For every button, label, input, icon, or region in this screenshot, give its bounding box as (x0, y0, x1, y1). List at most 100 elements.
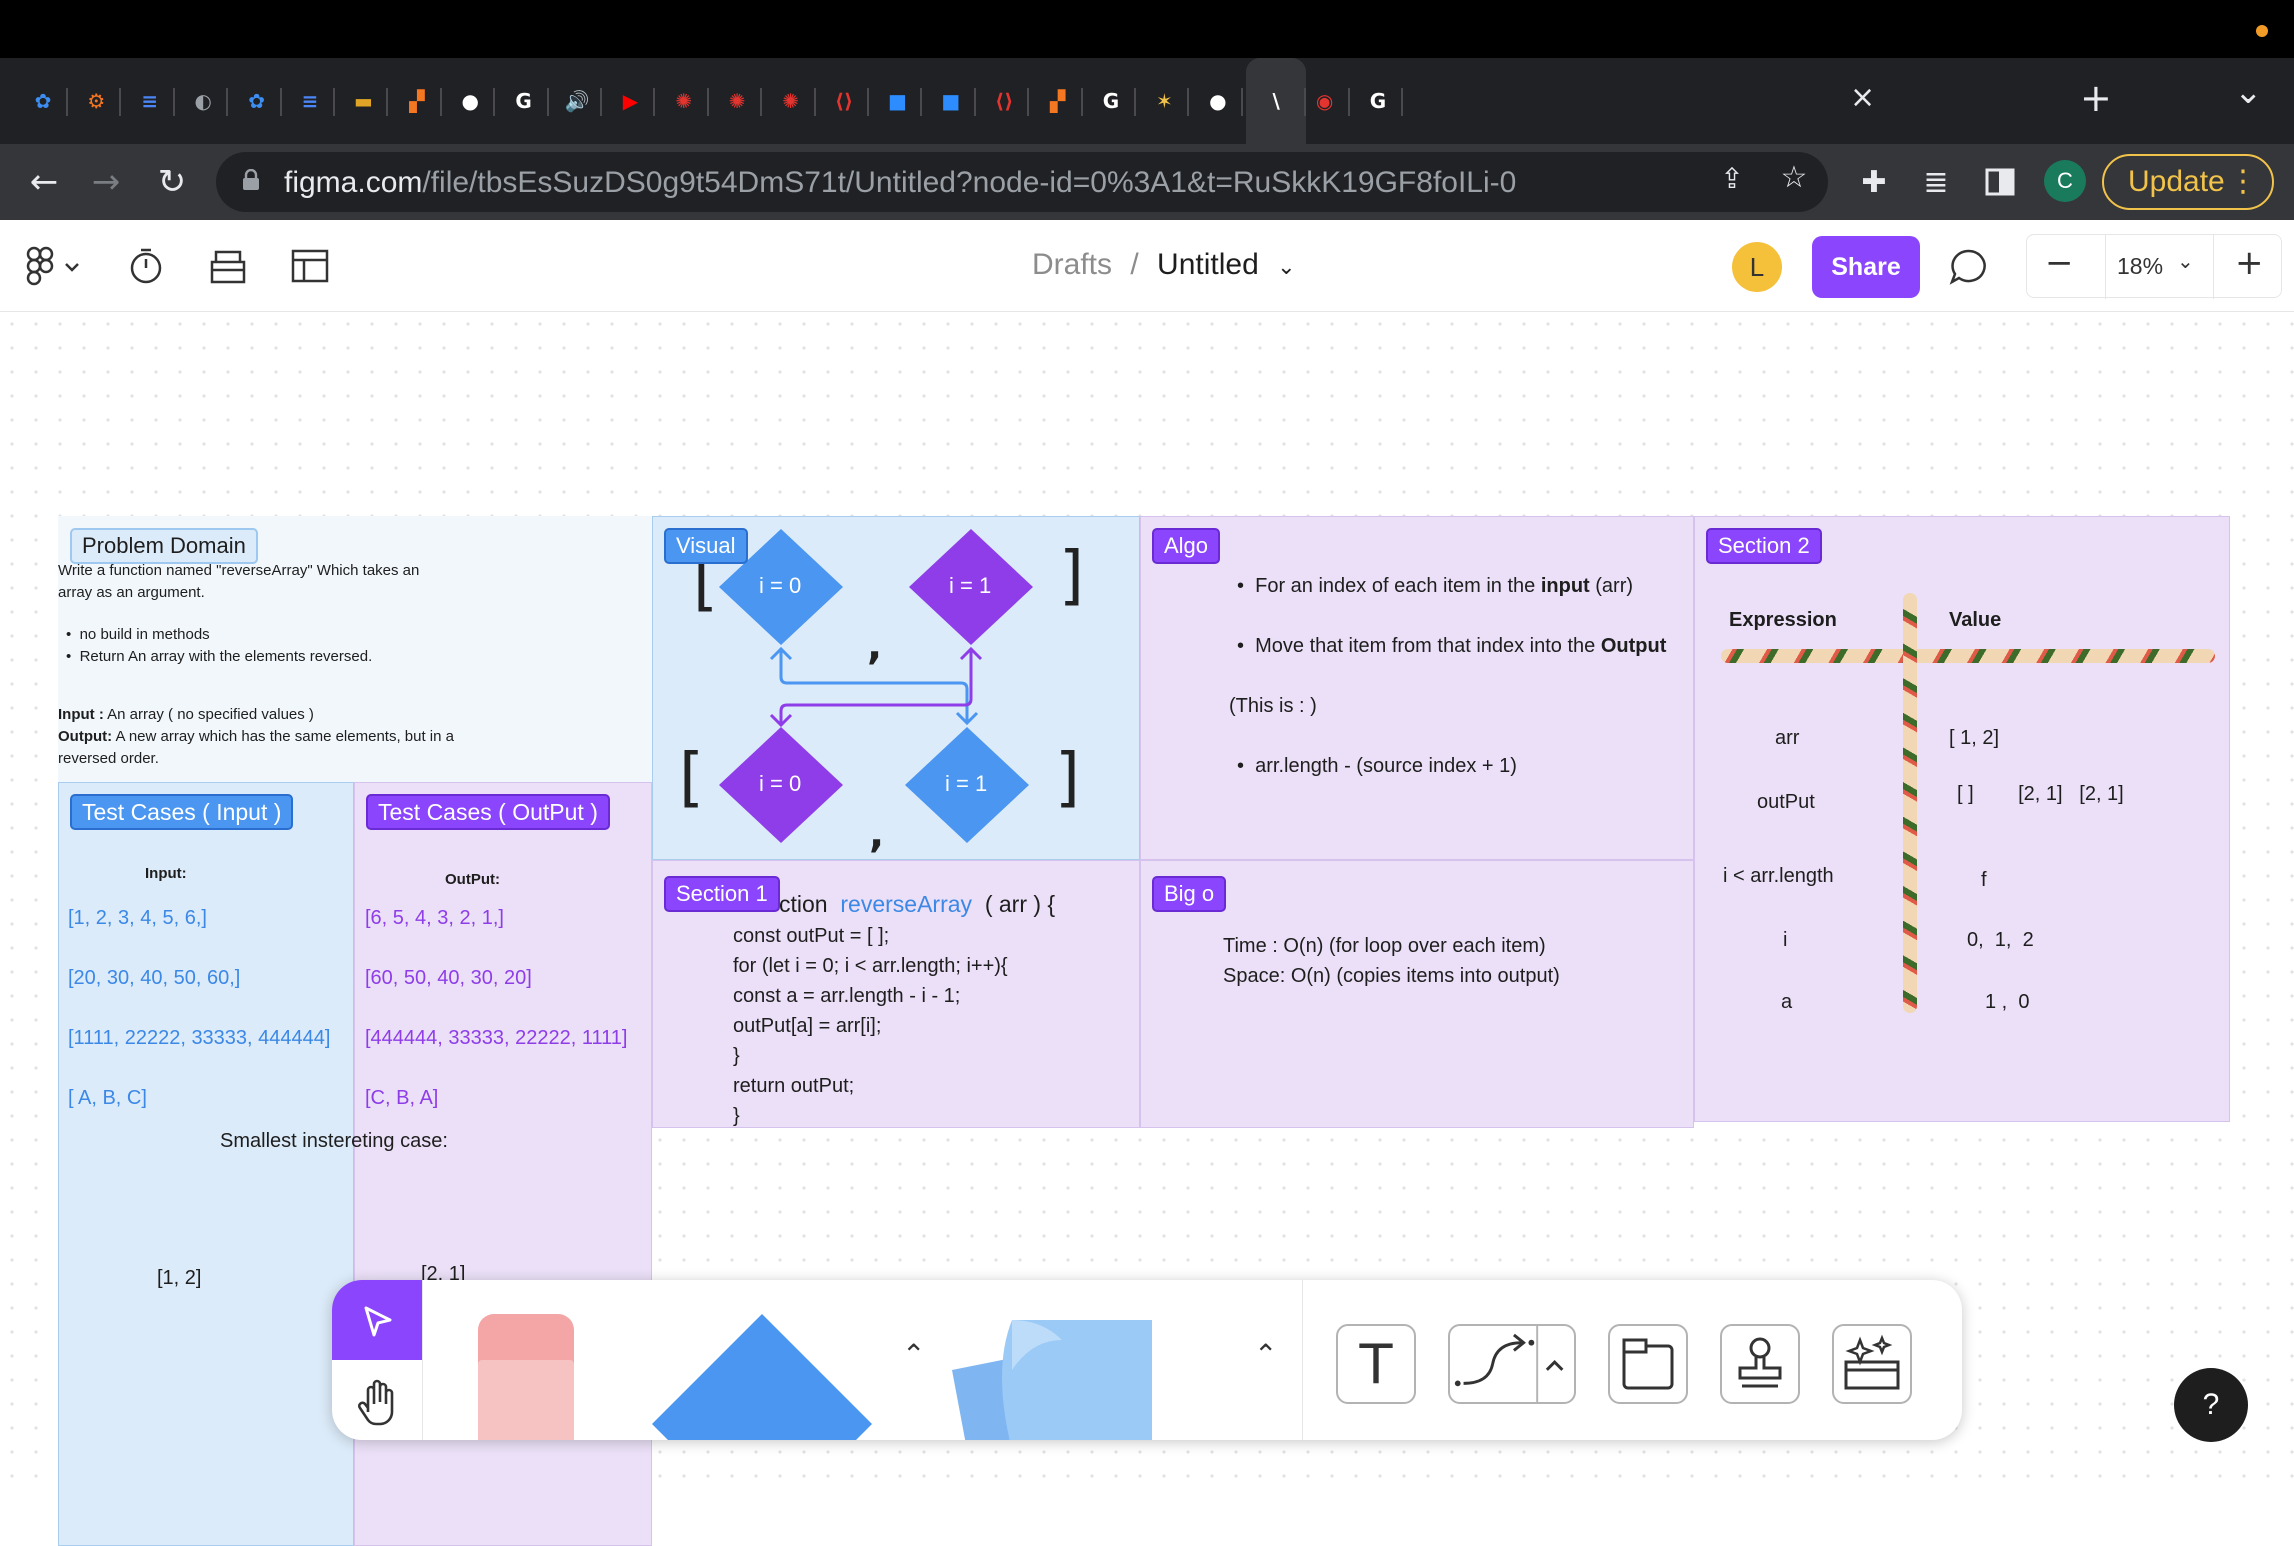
section-tag-big-o[interactable]: Big o (1152, 876, 1227, 912)
new-tab-icon[interactable]: + (2080, 76, 2112, 120)
bookmark-star-icon[interactable]: ☆ (1774, 160, 1814, 200)
chevron-up-icon[interactable]: ⌃ (902, 1338, 925, 1371)
browser-tab[interactable]: G (1353, 58, 1403, 144)
figma-app-icon: ✿ (34, 89, 52, 113)
zoom-out-icon[interactable]: − (2045, 243, 2074, 283)
media-queue-icon[interactable]: ≣ (1912, 158, 1960, 206)
file-name[interactable]: Untitled (1157, 248, 1259, 281)
forward-arrow-icon[interactable]: → (82, 158, 130, 206)
browser-tab[interactable]: ⟨⟩ (819, 58, 869, 144)
notification-dot (2256, 25, 2268, 37)
reload-icon[interactable]: ↻ (148, 158, 196, 206)
zoom-in-icon[interactable]: + (2235, 243, 2264, 283)
browser-tab[interactable]: ⟨⟩ (979, 58, 1030, 144)
side-panel-icon[interactable] (1976, 158, 2024, 206)
browser-tab[interactable]: ✺ (659, 58, 709, 144)
hand-tool[interactable] (332, 1360, 422, 1440)
address-bar[interactable]: figma.com/file/tbsEsSuzDS0g9t54DmS71t/Un… (216, 152, 1828, 212)
algo-step: • arr.length - (source index + 1) (1237, 755, 1517, 777)
browser-tab[interactable]: ✺ (766, 58, 816, 144)
user-avatar[interactable]: L (1732, 242, 1782, 292)
table-header-value: Value (1949, 609, 2002, 631)
marker-tool[interactable] (478, 1314, 574, 1440)
canvas-icon: ✺ (728, 89, 746, 113)
browser-tab[interactable]: ▞ (1033, 58, 1083, 144)
tab-search-chevron-icon[interactable]: ⌄ (2234, 72, 2263, 112)
connector-icon (1454, 1325, 1564, 1403)
test-cases-input-section[interactable]: Input: [1, 2, 3, 4, 5, 6,] [20, 30, 40, … (58, 782, 354, 1546)
sticky-note-tool[interactable] (952, 1310, 1172, 1440)
select-tool[interactable] (332, 1280, 422, 1360)
browser-tab[interactable]: ⚙ (71, 58, 122, 144)
browser-tab[interactable]: \ (1246, 58, 1307, 144)
templates-icon[interactable] (290, 246, 330, 286)
table-cell-value: 1 , 0 (1985, 991, 2030, 1013)
browser-tab[interactable]: ≡ (125, 58, 175, 144)
zoom-chevron-icon[interactable]: ⌄ (2177, 249, 2194, 273)
browser-tab[interactable]: ≡ (285, 58, 335, 144)
browser-tab[interactable]: ■ (872, 58, 923, 144)
extensions-puzzle-icon[interactable]: ✚ (1850, 158, 1898, 206)
active-tab-icon: \ (1272, 89, 1280, 113)
browser-tab[interactable]: 🔊 (552, 58, 602, 144)
browser-tab[interactable]: ✶ (1139, 58, 1190, 144)
close-tab-icon[interactable]: × (1850, 80, 1875, 115)
array-bracket: [ (679, 741, 704, 815)
browser-tab[interactable]: ▞ (392, 58, 442, 144)
figma-toolbar: Drafts / Untitled ⌄ L Share − 18% ⌄ + (0, 220, 2294, 312)
stamp-tool[interactable] (1720, 1324, 1800, 1404)
browser-tab[interactable]: ■ (926, 58, 976, 144)
browser-tab[interactable]: G (499, 58, 549, 144)
input-case: [1, 2, 3, 4, 5, 6,] (68, 907, 207, 929)
section-tag-test-cases-output[interactable]: Test Cases ( OutPut ) (366, 794, 610, 830)
chevron-down-icon[interactable]: ⌄ (1277, 255, 1295, 280)
section-tag-algo[interactable]: Algo (1152, 528, 1221, 564)
requirement-bullet: • Return An array with the elements reve… (66, 648, 373, 665)
browser-tab[interactable]: ✺ (712, 58, 763, 144)
update-label: Update (2128, 165, 2225, 198)
github-icon: ● (461, 89, 479, 113)
text-tool[interactable]: T (1336, 1324, 1416, 1404)
section-tag-section-2[interactable]: Section 2 (1706, 528, 1822, 564)
kebab-menu-icon[interactable]: ⋮ (2228, 164, 2258, 199)
browser-tab[interactable]: ▬ (338, 58, 389, 144)
widgets-tool[interactable] (1832, 1324, 1912, 1404)
zoom-level[interactable]: 18% (2117, 253, 2163, 280)
section-tag-problem-domain[interactable]: Problem Domain (70, 528, 258, 564)
browser-tab[interactable]: ✿ (232, 58, 282, 144)
comment-icon[interactable] (1948, 246, 1990, 288)
figma-menu-icon[interactable] (22, 246, 82, 286)
connector-tool[interactable] (1448, 1324, 1576, 1404)
browser-tab[interactable]: ● (1193, 58, 1243, 144)
profile-avatar[interactable]: C (2044, 160, 2086, 202)
section-tag-visual[interactable]: Visual (664, 528, 748, 564)
chevron-up-icon[interactable]: ⌃ (1254, 1338, 1277, 1371)
share-page-icon[interactable]: ⇪ (1712, 162, 1752, 202)
array-bracket: ] (1059, 539, 1084, 613)
section-tag-test-cases-input[interactable]: Test Cases ( Input ) (70, 794, 294, 830)
timer-icon[interactable] (126, 246, 166, 286)
back-arrow-icon[interactable]: ← (20, 158, 68, 206)
browser-tab[interactable]: ✿ (18, 58, 68, 144)
section-tag-section-1[interactable]: Section 1 (664, 876, 780, 912)
tab-separator (66, 88, 68, 116)
shape-tool[interactable] (652, 1314, 892, 1440)
section-tool[interactable] (1608, 1324, 1688, 1404)
breadcrumb-drafts[interactable]: Drafts (1032, 248, 1112, 281)
visual-section[interactable]: i = 0 i = 1 i = 0 i = 1 [ ] [ ] , , (652, 516, 1140, 860)
divider (422, 1280, 423, 1440)
help-button[interactable]: ? (2174, 1368, 2248, 1442)
update-button[interactable]: Update ⋮ (2102, 154, 2274, 210)
zoom-control: − 18% ⌄ + (2026, 234, 2282, 299)
library-icon[interactable] (208, 246, 248, 286)
browser-tab[interactable]: ◐ (178, 58, 229, 144)
browser-tab[interactable]: G (1086, 58, 1136, 144)
table-cell-expression: outPut (1757, 791, 1815, 813)
browser-tab[interactable]: ◉ (1300, 58, 1350, 144)
section-2-trace-table[interactable]: Expression Value arr [ 1, 2] outPut [ ] … (1694, 516, 2230, 1122)
code-line: } (733, 1045, 740, 1067)
share-button[interactable]: Share (1812, 236, 1920, 298)
browser-tab[interactable]: ▶ (605, 58, 656, 144)
browser-tab[interactable]: ● (445, 58, 496, 144)
algo-section[interactable]: • For an index of each item in the input… (1140, 516, 1694, 860)
